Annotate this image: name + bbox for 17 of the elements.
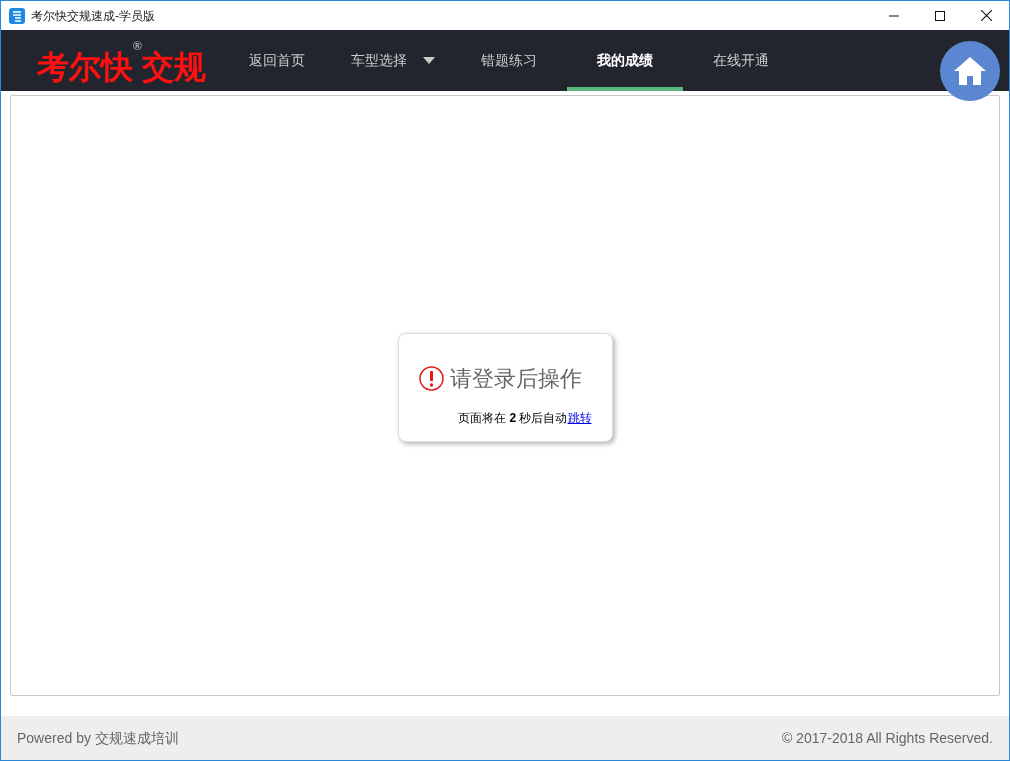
window-title: 考尔快交规速成-学员版 — [31, 7, 155, 25]
redirect-message: 页面将在 2 秒后自动跳转 — [457, 410, 592, 427]
home-icon — [952, 55, 988, 87]
nav-tab[interactable]: 我的成绩 — [567, 30, 683, 91]
close-icon — [980, 10, 992, 21]
nav-tab[interactable]: 返回首页 — [219, 30, 335, 91]
maximize-icon — [935, 10, 945, 21]
nav-tab[interactable]: 错题练习 — [451, 30, 567, 91]
dialog-title: 请登录后操作 — [449, 365, 582, 393]
app-icon — [9, 7, 25, 24]
redirect-link[interactable]: 跳转 — [567, 411, 592, 425]
warning-icon — [418, 366, 444, 391]
nav-tab[interactable]: 在线开通 — [683, 30, 799, 91]
nav-tab[interactable]: 车型选择 — [335, 30, 451, 91]
footer-text: Powered by 交规速成培训 — [17, 728, 179, 748]
copyright-text: © 2017-2018 All Rights Reserved. — [781, 728, 993, 748]
logo: 考尔快 ® 交规 — [37, 38, 207, 87]
